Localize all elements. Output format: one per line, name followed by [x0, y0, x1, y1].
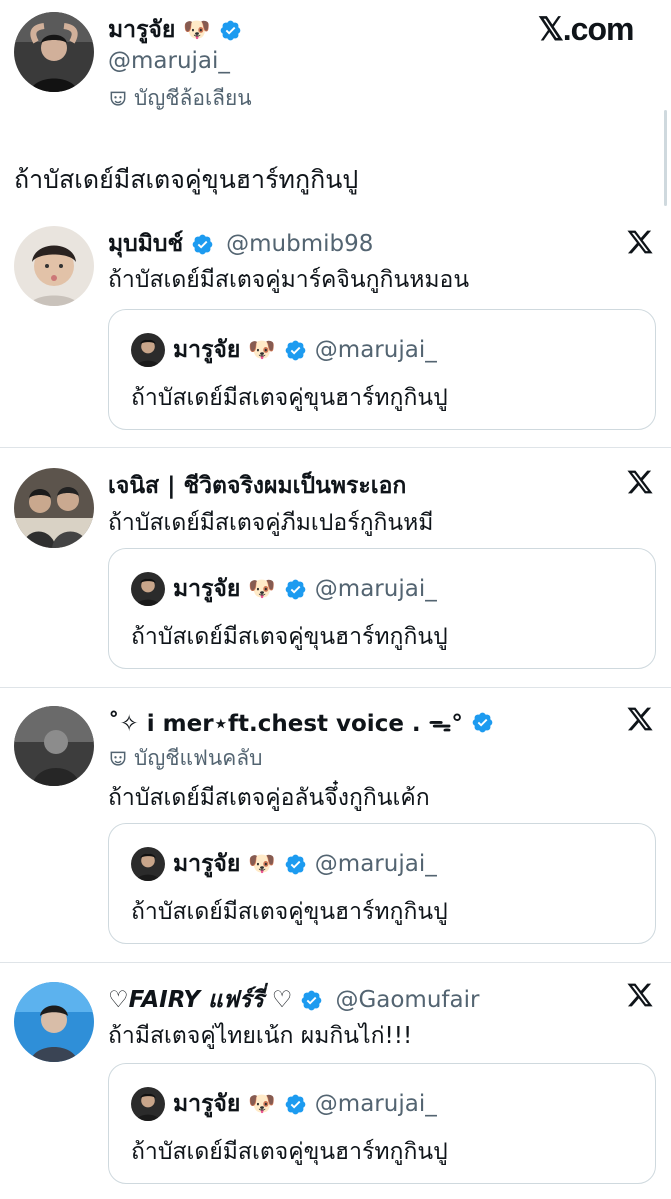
quoted-header: มารูจัย 🐶 @marujai_	[131, 846, 437, 882]
verified-badge-icon	[284, 853, 307, 876]
quoted-text: ถ้าบัสเดย์มีสเตจคู่ขุนฮาร์ทกูกินปู	[131, 624, 448, 650]
reply-name-row: ˚✧ i mer⋆ft.chest voice . ᯓ°	[108, 706, 494, 738]
divider	[0, 962, 671, 963]
theater-mask-icon	[108, 89, 128, 109]
quoted-avatar	[131, 847, 165, 881]
reply-author-name[interactable]: ˚✧ i mer⋆ft.chest voice . ᯓ°	[108, 706, 463, 738]
quoted-avatar	[131, 1087, 165, 1121]
author-name-row: มารูจัย 🐶	[108, 12, 242, 48]
x-logo-icon[interactable]	[626, 981, 654, 1009]
x-logo-icon[interactable]	[626, 468, 654, 496]
quoted-author-name: มารูจัย	[173, 851, 241, 877]
reply-author-name[interactable]: มุบมิบช์	[108, 226, 183, 262]
x-logo-icon[interactable]	[626, 705, 654, 733]
account-label: บัญชีแฟนคลับ	[108, 742, 262, 775]
reply-avatar[interactable]	[14, 226, 94, 306]
verified-badge-icon	[191, 233, 214, 256]
reply-name-row: เจนิส | ชีวิตจริงผมเป็นพระเอก	[108, 468, 406, 504]
account-label-text: บัญชีล้อเลียน	[134, 86, 252, 110]
quoted-header: มารูจัย 🐶 @marujai_	[131, 1086, 437, 1122]
quoted-author-handle: @marujai_	[314, 1091, 437, 1117]
quoted-author-handle: @marujai_	[314, 337, 437, 363]
dog-emoji-icon: 🐶	[183, 17, 211, 43]
quoted-header: มารูจัย 🐶 @marujai_	[131, 571, 437, 607]
reply-name-row: มุบมิบช์ @mubmib98	[108, 226, 373, 262]
quoted-avatar	[131, 333, 165, 367]
quoted-post[interactable]: มารูจัย 🐶 @marujai_ ถ้าบัสเดย์มีสเตจคู่ข…	[108, 309, 656, 430]
author-avatar[interactable]	[14, 12, 94, 92]
reply-text: ถ้าบัสเดย์มีสเตจคู่มาร์คจินกูกินหมอน	[108, 267, 470, 293]
dog-emoji-icon: 🐶	[248, 1091, 276, 1117]
quoted-text: ถ้าบัสเดย์มีสเตจคู่ขุนฮาร์ทกูกินปู	[131, 1139, 448, 1165]
dog-emoji-icon: 🐶	[248, 851, 276, 877]
reply-text: ถ้าบัสเดย์มีสเตจคู่ภีมเปอร์กูกินหมี	[108, 510, 434, 536]
reply-text: ถ้าบัสเดย์มีสเตจคู่อลันจึ๋งกูกินเค้ก	[108, 785, 430, 811]
reply-author-handle[interactable]: @mubmib98	[226, 231, 373, 257]
quoted-header: มารูจัย 🐶 @marujai_	[131, 332, 437, 368]
author-name[interactable]: มารูจัย	[108, 12, 175, 48]
quoted-text: ถ้าบัสเดย์มีสเตจคู่ขุนฮาร์ทกูกินปู	[131, 899, 448, 925]
quoted-post[interactable]: มารูจัย 🐶 @marujai_ ถ้าบัสเดย์มีสเตจคู่ข…	[108, 548, 656, 669]
quoted-author-handle: @marujai_	[314, 851, 437, 877]
x-logo-icon[interactable]	[626, 228, 654, 256]
quoted-text: ถ้าบัสเดย์มีสเตจคู่ขุนฮาร์ทกูกินปู	[131, 385, 448, 411]
quoted-author-name: มารูจัย	[173, 1091, 241, 1117]
x-com-brand[interactable]: 𝕏.com	[538, 10, 634, 48]
account-label-text: บัญชีแฟนคลับ	[134, 746, 263, 770]
theater-mask-icon	[108, 749, 128, 769]
reply-avatar[interactable]	[14, 706, 94, 786]
author-handle[interactable]: @marujai_	[108, 48, 230, 74]
reply-author-name[interactable]: เจนิส | ชีวิตจริงผมเป็นพระเอก	[108, 468, 406, 504]
divider	[0, 687, 671, 688]
dog-emoji-icon: 🐶	[248, 576, 276, 602]
account-label: บัญชีล้อเลียน	[108, 82, 252, 115]
quoted-post[interactable]: มารูจัย 🐶 @marujai_ ถ้าบัสเดย์มีสเตจคู่ข…	[108, 823, 656, 944]
reply-avatar[interactable]	[14, 982, 94, 1062]
quoted-avatar	[131, 572, 165, 606]
verified-badge-icon	[284, 578, 307, 601]
reply-author-handle[interactable]: @Gaomufair	[335, 987, 479, 1013]
reply-author-name[interactable]: ♡FAIRY แฟร์รี่ ♡	[108, 982, 292, 1018]
verified-badge-icon	[284, 1093, 307, 1116]
quoted-post[interactable]: มารูจัย 🐶 @marujai_ ถ้าบัสเดย์มีสเตจคู่ข…	[108, 1063, 656, 1184]
dog-emoji-icon: 🐶	[248, 337, 276, 363]
verified-badge-icon	[284, 339, 307, 362]
quoted-author-name: มารูจัย	[173, 576, 241, 602]
reply-avatar[interactable]	[14, 468, 94, 548]
quoted-author-handle: @marujai_	[314, 576, 437, 602]
divider	[0, 447, 671, 448]
reply-name-row: ♡FAIRY แฟร์รี่ ♡ @Gaomufair	[108, 982, 479, 1018]
post-text: ถ้าบัสเดย์มีสเตจคู่ขุนฮาร์ทกูกินปู	[14, 165, 359, 194]
reply-text: ถ้ามีสเตจคู่ไทยเน้ก ผมกินไก่!!!	[108, 1023, 413, 1049]
quoted-author-name: มารูจัย	[173, 337, 241, 363]
scrollbar[interactable]	[664, 110, 667, 206]
verified-badge-icon	[300, 989, 323, 1012]
verified-badge-icon	[471, 711, 494, 734]
verified-badge-icon	[219, 19, 242, 42]
